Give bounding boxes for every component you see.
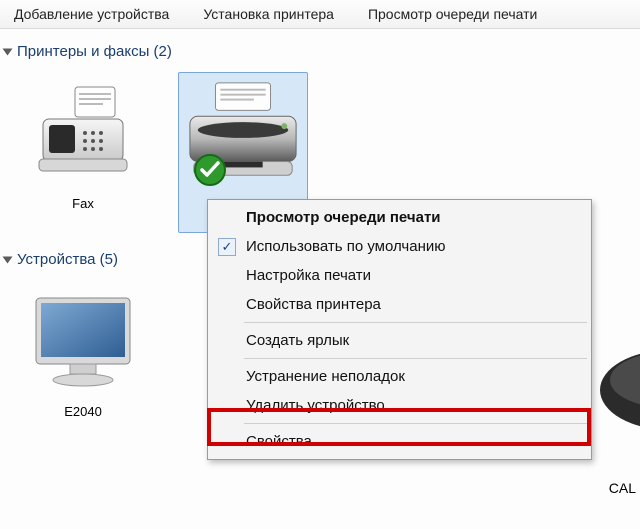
- toolbar-add-device[interactable]: Добавление устройства: [14, 6, 169, 22]
- toolbar-add-printer[interactable]: Установка принтера: [203, 6, 334, 22]
- printer-icon: [183, 73, 303, 193]
- device-monitor-label: E2040: [64, 404, 102, 420]
- menu-create-shortcut[interactable]: Создать ярлык: [210, 326, 589, 355]
- menu-separator: [244, 423, 587, 424]
- collapse-icon: [3, 48, 13, 55]
- menu-remove-device[interactable]: Удалить устройство: [210, 391, 589, 420]
- collapse-icon: [3, 256, 13, 263]
- context-menu: Просмотр очереди печати ✓ Использовать п…: [207, 199, 592, 460]
- device-monitor[interactable]: E2040: [18, 280, 148, 420]
- menu-set-default[interactable]: ✓ Использовать по умолчанию: [210, 232, 589, 261]
- partial-device-label: CAL: [609, 480, 636, 496]
- menu-separator: [244, 322, 587, 323]
- menu-properties[interactable]: Свойства: [210, 427, 589, 456]
- menu-printer-properties[interactable]: Свойства принтера: [210, 290, 589, 319]
- default-check-badge-icon: [193, 153, 227, 187]
- menu-view-queue[interactable]: Просмотр очереди печати: [210, 203, 589, 232]
- section-devices-title: Устройства (5): [17, 251, 118, 268]
- menu-separator: [244, 358, 587, 359]
- device-fax-label: Fax: [72, 196, 94, 212]
- section-printers-header[interactable]: Принтеры и факсы (2): [0, 29, 640, 68]
- menu-troubleshoot[interactable]: Устранение неполадок: [210, 362, 589, 391]
- menu-set-default-label: Использовать по умолчанию: [246, 238, 445, 255]
- monitor-icon: [23, 280, 143, 400]
- check-icon: ✓: [218, 238, 236, 256]
- toolbar-view-queue[interactable]: Просмотр очереди печати: [368, 6, 537, 22]
- device-fax[interactable]: Fax: [18, 72, 148, 212]
- fax-icon: [23, 72, 143, 192]
- menu-print-settings[interactable]: Настройка печати: [210, 261, 589, 290]
- toolbar: Добавление устройства Установка принтера…: [0, 0, 640, 29]
- section-printers-title: Принтеры и факсы (2): [17, 43, 172, 60]
